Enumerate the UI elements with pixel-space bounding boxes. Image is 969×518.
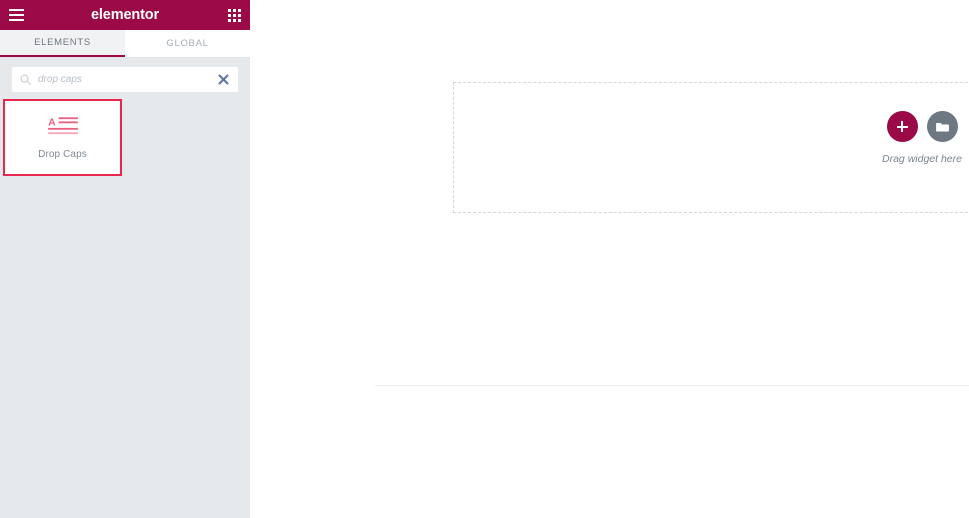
tab-elements-label: ELEMENTS: [34, 37, 91, 48]
canvas-divider: [375, 385, 969, 386]
drop-zone-buttons: [886, 111, 958, 142]
editor-panel: elementor ELEMENTS GLOBAL drop caps A Dr…: [0, 0, 250, 518]
widget-card-drop-caps[interactable]: A Drop Caps: [3, 99, 122, 176]
tab-elements[interactable]: ELEMENTS: [0, 30, 125, 57]
search-input[interactable]: [38, 74, 213, 85]
section-drop-zone[interactable]: Drag widget here: [453, 82, 969, 213]
drag-widget-hint: Drag widget here: [882, 153, 962, 165]
panel-tabs: ELEMENTS GLOBAL: [0, 30, 250, 58]
widget-label: Drop Caps: [38, 148, 87, 160]
search-icon: [20, 74, 31, 85]
panel-header: elementor: [0, 0, 250, 30]
editor-canvas: Drag widget here: [250, 0, 969, 518]
add-template-button[interactable]: [926, 111, 958, 142]
search-box[interactable]: [12, 67, 238, 92]
close-icon[interactable]: [217, 73, 230, 86]
plus-icon: [896, 121, 908, 132]
widget-list: A Drop Caps: [0, 92, 250, 176]
drop-caps-icon: A: [47, 116, 78, 134]
apps-grid-icon[interactable]: [228, 8, 241, 22]
drop-zone-controls: Drag widget here: [860, 111, 969, 165]
folder-icon: [935, 123, 949, 132]
elementor-editor: elementor ELEMENTS GLOBAL drop caps A Dr…: [0, 0, 969, 518]
hamburger-line: [9, 19, 24, 21]
search-container: [0, 58, 250, 92]
hamburger-menu-icon[interactable]: [9, 9, 24, 21]
tab-global-label: GLOBAL: [166, 38, 209, 49]
tab-global[interactable]: GLOBAL: [125, 30, 250, 57]
svg-text:A: A: [48, 116, 56, 128]
add-new-section-button[interactable]: [886, 111, 918, 142]
hamburger-line: [9, 14, 24, 16]
elementor-logo: elementor: [91, 7, 159, 23]
hamburger-line: [9, 9, 24, 11]
